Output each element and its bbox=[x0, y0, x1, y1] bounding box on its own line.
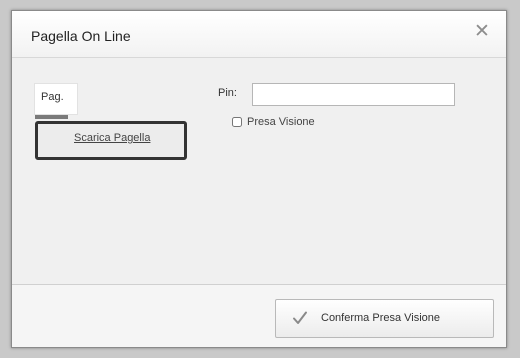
download-report-button[interactable]: Scarica Pagella bbox=[35, 121, 187, 160]
pin-label: Pin: bbox=[218, 87, 237, 99]
tab-active-indicator bbox=[35, 115, 68, 119]
confirm-presa-visione-label: Conferma Presa Visione bbox=[321, 312, 441, 324]
presa-visione-label: Presa Visione bbox=[247, 116, 315, 128]
dialog-footer: Conferma Presa Visione bbox=[12, 284, 506, 347]
close-icon[interactable]: ✕ bbox=[473, 22, 491, 41]
download-report-label: Scarica Pagella bbox=[74, 132, 151, 144]
pin-input[interactable] bbox=[252, 83, 455, 106]
tab-pag[interactable]: Pag. bbox=[34, 83, 78, 115]
confirm-presa-visione-button[interactable]: Conferma Presa Visione bbox=[275, 299, 494, 338]
presa-visione-checkbox[interactable] bbox=[232, 117, 242, 127]
checkmark-icon bbox=[293, 311, 307, 324]
pagella-dialog: Pagella On Line ✕ Pag. Scarica Pagella P… bbox=[11, 10, 507, 348]
tab-label: Pag. bbox=[41, 91, 64, 103]
dialog-titlebar: Pagella On Line ✕ bbox=[12, 11, 506, 58]
dialog-content: Pag. Scarica Pagella Pin: Presa Visione bbox=[12, 58, 506, 285]
dialog-title: Pagella On Line bbox=[31, 28, 131, 44]
